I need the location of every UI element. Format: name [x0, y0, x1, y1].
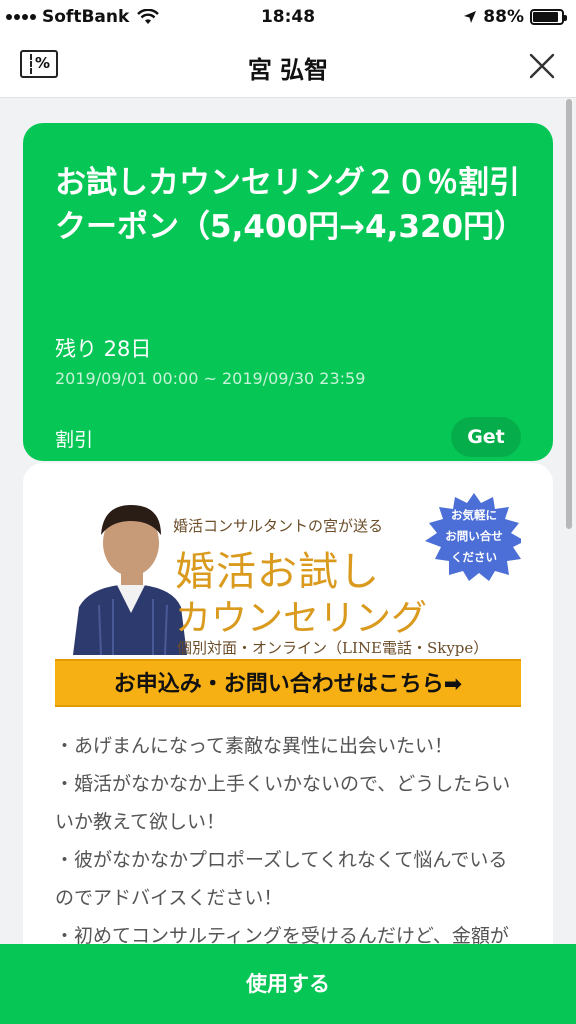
remaining-days: 残り 28日 — [55, 337, 152, 361]
close-icon[interactable] — [528, 52, 556, 80]
badge-line2: お問い合せ — [445, 529, 503, 543]
description-line: ・あげまんになって素敵な異性に出会いたい！ — [55, 735, 454, 757]
banner-cta[interactable]: お申込み・お問い合わせはこちら➡ — [55, 659, 521, 707]
battery-icon — [530, 9, 567, 25]
coupon-title: お試しカウンセリング２０％割引クーポン（5,400円→4,320円） — [55, 165, 526, 245]
battery-fill — [533, 12, 558, 22]
status-bar: SoftBank 18:48 88% — [0, 0, 576, 34]
status-right: 88% — [463, 7, 567, 27]
description-line: ・婚活がなかなか上手くいかないので、どうしたらいいか教えて欲しい！ — [55, 773, 511, 833]
battery-percent: 88% — [483, 7, 524, 27]
badge-line3: ください — [451, 550, 497, 564]
description-line: ・彼がなかなかプロポーズしてくれなくて悩んでいるのでアドバイスください！ — [55, 849, 508, 909]
location-arrow-icon — [464, 11, 477, 23]
scrollbar[interactable] — [566, 99, 572, 529]
valid-period: 2019/09/01 00:00 ~ 2019/09/30 23:59 — [55, 369, 366, 388]
description: ・あげまんになって素敵な異性に出会いたい！ ・婚活がなかなか上手くいかないので、… — [55, 727, 525, 944]
badge-line1: お気軽に — [451, 508, 497, 522]
description-line: ・初めてコンサルティングを受けるんだけど、金額が高すぎるかも — [55, 925, 509, 944]
badge-text: お気軽に お問い合せ ください — [431, 505, 517, 568]
detail-card: 婚活コンサルタントの宮が送る 婚活お試し カウンセリング 個別対面・オンライン（… — [23, 463, 553, 944]
get-button[interactable]: Get — [451, 417, 521, 457]
consultant-photo — [73, 505, 187, 655]
banner-info: 個別対面・オンライン（LINE電話・Skype） — [177, 639, 489, 657]
promo-banner[interactable]: 婚活コンサルタントの宮が送る 婚活お試し カウンセリング 個別対面・オンライン（… — [55, 493, 521, 707]
banner-title-line2: カウンセリング — [175, 598, 428, 639]
coupon-type: 割引 — [55, 429, 94, 451]
coupon-card: お試しカウンセリング２０％割引クーポン（5,400円→4,320円） 残り 28… — [23, 123, 553, 461]
banner-subtitle: 婚活コンサルタントの宮が送る — [173, 517, 384, 535]
page-title: 宮 弘智 — [247, 56, 329, 84]
header: % 宮 弘智 — [0, 34, 576, 98]
content-scroll-area[interactable]: お試しカウンセリング２０％割引クーポン（5,400円→4,320円） 残り 28… — [0, 99, 576, 944]
use-button[interactable]: 使用する — [0, 944, 576, 1024]
